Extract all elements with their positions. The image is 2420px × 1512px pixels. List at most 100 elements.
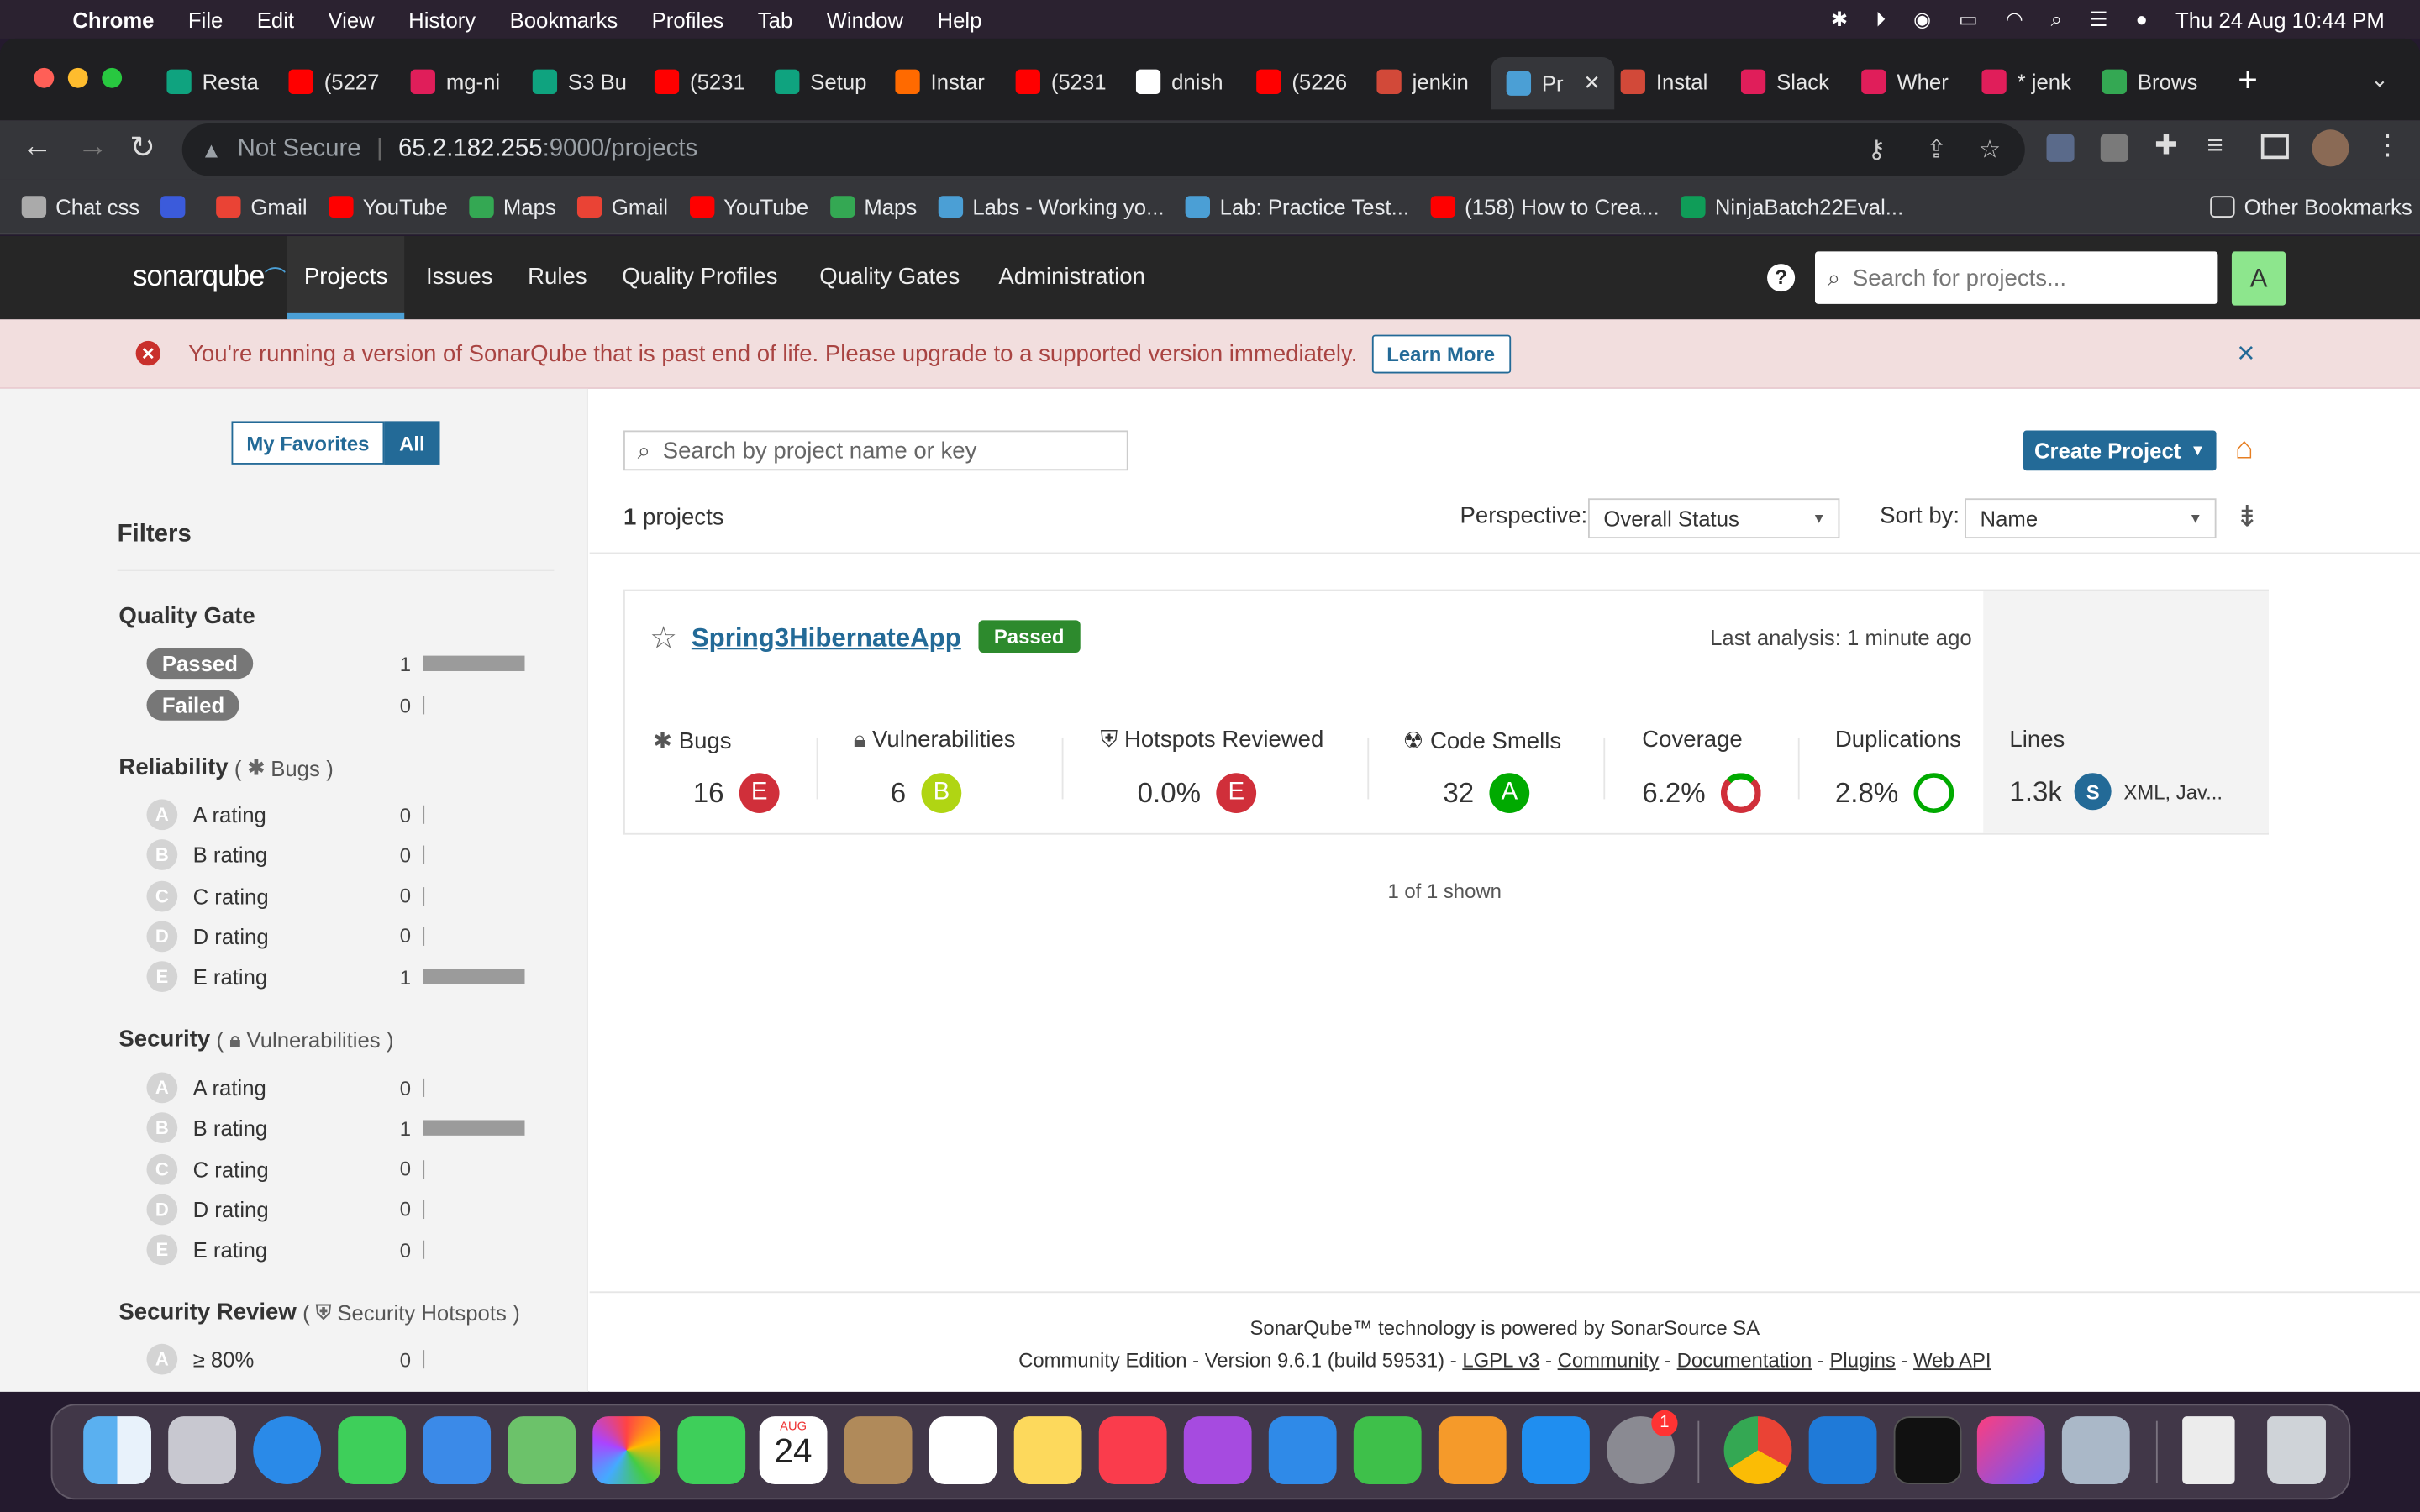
filter-qg-passed[interactable]: Passed 1: [146, 647, 532, 680]
filter-rating-e[interactable]: E E rating 1: [146, 960, 532, 994]
menu-profiles[interactable]: Profiles: [634, 7, 740, 31]
extension-icon[interactable]: [2100, 134, 2128, 162]
keynote-icon[interactable]: [1268, 1416, 1337, 1484]
finder-icon[interactable]: [83, 1416, 152, 1484]
reminders-icon[interactable]: [929, 1416, 997, 1484]
filter-rating-d[interactable]: D D rating 0: [146, 919, 532, 953]
calendar-icon[interactable]: AUG 24: [759, 1416, 828, 1484]
hotspots-metric[interactable]: 0.0% E: [1138, 773, 1257, 813]
bookmark-star-icon[interactable]: ☆: [1979, 134, 2001, 165]
reload-icon[interactable]: ↻: [129, 128, 155, 166]
vulnerabilities-metric[interactable]: 6B: [891, 773, 962, 813]
create-project-button[interactable]: Create Project ▼: [2023, 430, 2217, 471]
bluetooth-icon[interactable]: ✱: [1818, 7, 1862, 31]
filter-rating-c[interactable]: C C rating 0: [146, 879, 532, 912]
footer-documentation-link[interactable]: Documentation: [1677, 1348, 1812, 1372]
pages-icon[interactable]: [1438, 1416, 1507, 1484]
safari-icon[interactable]: [253, 1416, 322, 1484]
bookmark-item[interactable]: Gmail: [217, 194, 308, 218]
browser-tab[interactable]: Slack: [1740, 63, 1852, 100]
footer-sonarsource-link[interactable]: SonarSource SA: [1610, 1316, 1760, 1340]
dismiss-banner-icon[interactable]: ✕: [2236, 339, 2255, 367]
project-name-link[interactable]: Spring3HibernateApp: [692, 623, 961, 654]
sidepanel-icon[interactable]: [2260, 134, 2289, 160]
photos-icon[interactable]: [592, 1416, 661, 1484]
forward-icon[interactable]: →: [77, 129, 108, 165]
new-tab-button[interactable]: +: [2238, 60, 2258, 101]
nav-administration[interactable]: Administration: [998, 236, 1145, 319]
my-favorites-toggle[interactable]: My Favorites: [231, 421, 385, 465]
filter-qg-failed[interactable]: Failed 0: [146, 688, 532, 722]
password-key-icon[interactable]: ⚷: [1867, 134, 1886, 165]
menu-app-name[interactable]: Chrome: [55, 7, 171, 31]
profile-avatar[interactable]: [2312, 129, 2349, 167]
menu-history[interactable]: History: [392, 7, 492, 31]
filter-review-a[interactable]: A ≥ 80% 0: [146, 1342, 532, 1376]
extension-devtools-icon[interactable]: [2046, 134, 2075, 162]
filter-rating-c[interactable]: C C rating 0: [146, 1152, 532, 1185]
browser-tab[interactable]: * jenk: [1981, 63, 2092, 100]
close-window-icon[interactable]: [34, 67, 55, 88]
browser-tab[interactable]: dnish: [1135, 63, 1247, 100]
browser-tab[interactable]: (5231: [1015, 63, 1127, 100]
bookmark-item[interactable]: Chat css: [21, 194, 139, 218]
maps-icon[interactable]: [508, 1416, 576, 1484]
browser-tab[interactable]: Pr ✕: [1491, 56, 1615, 110]
browser-tab[interactable]: jenkin: [1376, 63, 1487, 100]
bugs-metric[interactable]: 16 E: [693, 773, 780, 813]
user-icon[interactable]: ◉: [1900, 7, 1945, 31]
siri-icon[interactable]: ●: [2122, 8, 2161, 31]
browser-tab[interactable]: Resta: [166, 63, 277, 100]
spotlight-icon[interactable]: ⌕: [2037, 7, 2075, 31]
browser-tab[interactable]: Wher: [1861, 63, 1972, 100]
footer-community-link[interactable]: Community: [1558, 1348, 1660, 1372]
bookmark-item[interactable]: Lab: Practice Test...: [1186, 194, 1409, 218]
wifi-icon[interactable]: ◠: [1991, 7, 2037, 31]
contacts-icon[interactable]: [844, 1416, 913, 1484]
browser-tab[interactable]: (5227: [288, 63, 399, 100]
duplications-metric[interactable]: 2.8%: [1835, 773, 1954, 813]
filter-rating-d[interactable]: D D rating 0: [146, 1193, 532, 1226]
code-smells-metric[interactable]: 32 A: [1443, 773, 1530, 813]
sort-direction-icon[interactable]: ⇟: [2235, 500, 2260, 535]
launchpad-icon[interactable]: [168, 1416, 237, 1484]
filter-rating-b[interactable]: B B rating 0: [146, 838, 532, 872]
browser-tab[interactable]: Brows: [2102, 63, 2213, 100]
nav-quality-gates[interactable]: Quality Gates: [819, 236, 960, 319]
chrome-menu-icon[interactable]: ⋮: [2374, 129, 2402, 162]
bookmark-item[interactable]: YouTube: [329, 194, 448, 218]
favorite-star-icon[interactable]: ☆: [650, 619, 677, 658]
menu-help[interactable]: Help: [920, 7, 998, 31]
menu-file[interactable]: File: [171, 7, 240, 31]
user-avatar[interactable]: A: [2231, 251, 2286, 306]
mail-icon[interactable]: [423, 1416, 492, 1484]
perspective-select[interactable]: Overall Status ▼: [1588, 498, 1840, 539]
clock[interactable]: Thu 24 Aug 10:44 PM: [2161, 7, 2398, 31]
music-icon[interactable]: [1098, 1416, 1167, 1484]
documents-icon[interactable]: [2182, 1416, 2235, 1484]
footer-license-link[interactable]: LGPL v3: [1462, 1348, 1539, 1372]
menu-edit[interactable]: Edit: [240, 7, 312, 31]
notes-icon[interactable]: [1013, 1416, 1082, 1484]
browser-tab[interactable]: Instar: [895, 63, 1006, 100]
control-center-icon[interactable]: ☰: [2075, 7, 2121, 31]
sonarqube-logo[interactable]: sonarqube⌒: [133, 260, 286, 294]
browser-tab[interactable]: S3 Bu: [532, 63, 644, 100]
browser-tab[interactable]: (5231: [654, 63, 765, 100]
bookmark-item[interactable]: NinjaBatch22Eval...: [1681, 194, 1903, 218]
menu-view[interactable]: View: [311, 7, 392, 31]
nav-quality-profiles[interactable]: Quality Profiles: [622, 236, 777, 319]
tab-search-icon[interactable]: ⌄: [2370, 66, 2389, 92]
trash-icon[interactable]: [2267, 1416, 2326, 1484]
menu-window[interactable]: Window: [809, 7, 920, 31]
minimize-window-icon[interactable]: [67, 67, 88, 88]
bookmark-item[interactable]: [160, 195, 195, 218]
browser-tab[interactable]: mg-ni: [410, 63, 522, 100]
messages-icon[interactable]: [338, 1416, 407, 1484]
media-play-icon[interactable]: ⏵: [1862, 7, 1900, 31]
extensions-puzzle-icon[interactable]: ✚: [2154, 129, 2178, 162]
address-bar[interactable]: ▲ Not Secure | 65.2.182.255 :9000/projec…: [182, 123, 2025, 176]
zoom-window-icon[interactable]: [102, 67, 123, 88]
bookmark-item[interactable]: Gmail: [577, 194, 668, 218]
battery-icon[interactable]: ▭: [1945, 7, 1992, 31]
